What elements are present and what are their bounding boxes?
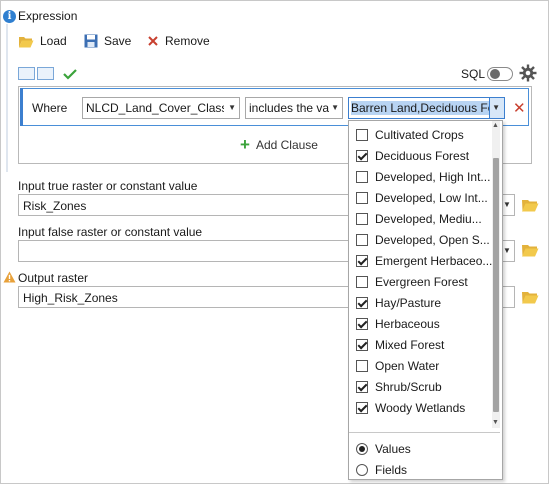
output-raster-value: High_Risk_Zones	[23, 291, 118, 305]
chevron-down-icon[interactable]: ▼	[503, 200, 511, 209]
value-list-item[interactable]: Developed, Mediu...	[349, 208, 489, 229]
value-list-item[interactable]: Herbaceous	[349, 313, 489, 334]
value-list-item[interactable]: Open Water	[349, 355, 489, 376]
value-list-item-label: Developed, Mediu...	[375, 211, 482, 226]
chevron-down-icon: ▼	[331, 103, 339, 112]
scrollbar-thumb[interactable]	[493, 158, 499, 412]
folder-icon[interactable]	[521, 198, 539, 212]
checkbox[interactable]	[356, 233, 368, 246]
checkbox[interactable]	[356, 359, 368, 372]
remove-button[interactable]: Remove	[147, 32, 210, 50]
value-list-item[interactable]: Hay/Pasture	[349, 292, 489, 313]
scroll-down-icon[interactable]: ▼	[492, 419, 499, 426]
checkbox[interactable]	[356, 128, 368, 141]
plus-icon: +	[240, 135, 250, 154]
indent-left-icon[interactable]	[18, 67, 35, 80]
field-combo[interactable]: NLCD_Land_Cover_Class ▼	[82, 97, 240, 119]
checkbox-checked[interactable]	[356, 401, 368, 414]
checkbox-checked[interactable]	[356, 149, 368, 162]
add-clause-button[interactable]: + Add Clause	[240, 135, 318, 154]
checkbox[interactable]	[356, 191, 368, 204]
value-list-item-label: Cultivated Crops	[375, 127, 464, 142]
value-list-item[interactable]: Woody Wetlands	[349, 397, 489, 418]
delete-clause-icon[interactable]: ✕	[513, 99, 526, 117]
output-raster-label: Output raster	[18, 271, 89, 285]
value-combo[interactable]: Barren Land,Deciduous Fo ▼	[348, 97, 505, 119]
sql-label: SQL	[461, 67, 486, 81]
save-label: Save	[104, 34, 132, 48]
true-raster-label: Input true raster or constant value	[18, 179, 198, 193]
remove-label: Remove	[165, 34, 210, 48]
save-icon	[84, 34, 98, 48]
where-label: Where	[32, 101, 68, 115]
false-raster-label: Input false raster or constant value	[18, 225, 203, 239]
mode-option-label: Fields	[375, 463, 408, 477]
checkbox-checked[interactable]	[356, 317, 368, 330]
clause-accent-bar	[20, 88, 23, 126]
verify-check-icon[interactable]	[62, 68, 78, 80]
chevron-down-icon: ▼	[492, 103, 500, 112]
folder-open-icon	[19, 36, 34, 47]
section-rule	[6, 24, 8, 172]
indent-right-icon[interactable]	[37, 67, 54, 80]
folder-icon[interactable]	[521, 243, 539, 257]
value-list-item[interactable]: Developed, High Int...	[349, 166, 491, 187]
field-combo-value: NLCD_Land_Cover_Class	[86, 101, 224, 115]
value-list-item-label: Herbaceous	[375, 316, 440, 331]
add-clause-label: Add Clause	[255, 138, 318, 152]
expression-mode-toolbar	[18, 67, 78, 80]
value-list-item-label: Open Water	[375, 358, 440, 373]
checkbox[interactable]	[356, 212, 368, 225]
section-title: Expression	[18, 9, 78, 23]
checkbox[interactable]	[356, 275, 368, 288]
chevron-down-icon: ▼	[228, 103, 236, 112]
checkbox-checked[interactable]	[356, 296, 368, 309]
chevron-down-icon[interactable]: ▼	[503, 246, 511, 255]
info-icon: i	[3, 10, 16, 23]
value-list-item[interactable]: Deciduous Forest	[349, 145, 489, 166]
value-list-item-label: Developed, Low Int...	[375, 190, 488, 205]
checkbox-checked[interactable]	[356, 380, 368, 393]
mode-option-fields[interactable]: Fields	[356, 463, 407, 477]
folder-icon[interactable]	[521, 290, 539, 304]
operator-combo-value: includes the va	[249, 101, 329, 115]
value-list-item-label: Developed, High Int...	[375, 169, 491, 184]
value-list-item[interactable]: Developed, Low Int...	[349, 187, 489, 208]
value-list-item[interactable]: Evergreen Forest	[349, 271, 489, 292]
value-list-item[interactable]: Developed, Open S...	[349, 229, 490, 250]
value-list-item[interactable]: Shrub/Scrub	[349, 376, 489, 397]
value-list-item-label: Developed, Open S...	[375, 232, 490, 247]
mode-option-label: Values	[375, 442, 411, 456]
value-list-item-label: Hay/Pasture	[375, 295, 442, 310]
toggle-knob	[490, 69, 500, 79]
dropdown-divider	[349, 432, 500, 433]
warning-icon	[3, 271, 16, 283]
operator-combo[interactable]: includes the va ▼	[245, 97, 343, 119]
radio-button[interactable]	[356, 464, 368, 476]
value-dropdown: Cultivated Crops Deciduous Forest Develope…	[348, 120, 503, 480]
value-list-item-label: Deciduous Forest	[375, 148, 470, 163]
scroll-up-icon[interactable]: ▲	[492, 122, 499, 129]
radio-button[interactable]	[356, 443, 368, 455]
checkbox-checked[interactable]	[356, 338, 368, 351]
save-button[interactable]: Save	[84, 32, 131, 50]
remove-x-icon	[148, 36, 158, 46]
load-button[interactable]: Load	[18, 32, 67, 50]
checkbox[interactable]	[356, 170, 368, 183]
value-list-item-label: Woody Wetlands	[375, 400, 466, 415]
value-list-item-label: Emergent Herbaceo...	[375, 253, 493, 268]
value-combo-text: Barren Land,Deciduous Fo	[351, 101, 489, 115]
value-list-item-label: Mixed Forest	[375, 337, 445, 352]
mode-option-values[interactable]: Values	[356, 442, 411, 456]
value-list-item[interactable]: Mixed Forest	[349, 334, 489, 355]
value-list-item-label: Shrub/Scrub	[375, 379, 442, 394]
value-list-item[interactable]: Cultivated Crops	[349, 124, 489, 145]
value-list-item-label: Evergreen Forest	[375, 274, 468, 289]
load-label: Load	[40, 34, 67, 48]
sql-toggle[interactable]	[487, 67, 513, 81]
gear-icon[interactable]	[519, 64, 537, 82]
checkbox-checked[interactable]	[356, 254, 368, 267]
true-raster-value: Risk_Zones	[23, 199, 87, 213]
value-list-item[interactable]: Emergent Herbaceo...	[349, 250, 493, 271]
